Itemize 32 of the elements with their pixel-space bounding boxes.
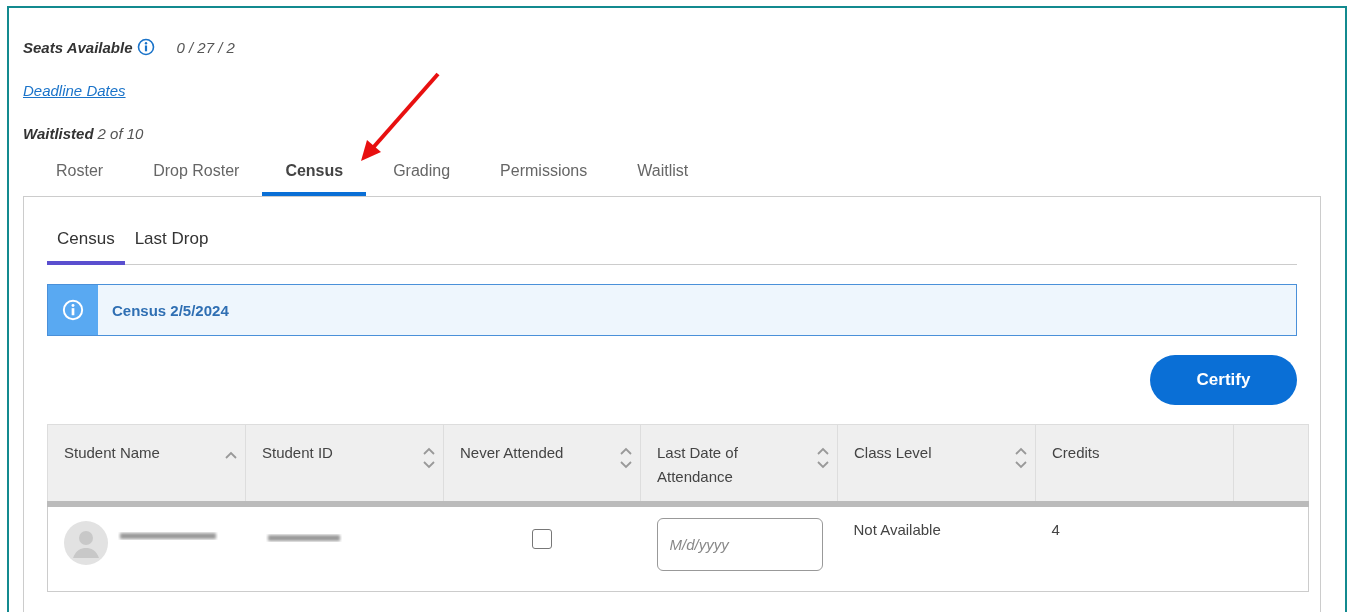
sub-tab[interactable]: Census [47, 221, 125, 265]
waitlisted-label: Waitlisted [23, 124, 94, 142]
deadline-link[interactable]: Deadline Dates [23, 81, 126, 99]
credits: 4 [1051, 521, 1060, 538]
date-field[interactable]: M/d/yyyy [656, 518, 823, 571]
sort-icon[interactable] [1015, 447, 1027, 469]
column-header[interactable]: Credits [1035, 424, 1234, 504]
column-header[interactable]: Student ID [245, 424, 444, 504]
sort-icon[interactable] [225, 451, 237, 459]
banner-text: Census 2/5/2024 [112, 301, 229, 319]
info-icon[interactable] [136, 38, 155, 56]
class-level: Not Available [853, 521, 941, 538]
column-header[interactable]: Class Level [837, 424, 1036, 504]
waitlisted-value: 2 of 10 [97, 124, 144, 142]
tab[interactable]: Roster [33, 154, 127, 196]
certify-button[interactable]: Certify [1150, 355, 1297, 405]
tab[interactable]: Permissions [477, 154, 611, 196]
info-icon [62, 299, 84, 321]
column-header[interactable]: Student Name [47, 424, 246, 504]
sort-icon[interactable] [620, 447, 632, 469]
sub-tab[interactable]: Last Drop [124, 221, 219, 265]
sort-icon[interactable] [423, 447, 435, 469]
column-header[interactable]: Never Attended [443, 424, 641, 504]
tab[interactable]: Drop Roster [130, 154, 263, 196]
seats-value: 0 / 27 / 2 [176, 38, 235, 56]
tab[interactable]: Grading [370, 154, 474, 196]
column-header[interactable]: Last Date of Attendance [640, 424, 838, 504]
checkbox[interactable] [532, 529, 552, 549]
seats-label: Seats Available [23, 38, 133, 56]
tab[interactable]: Waitlist [614, 154, 712, 196]
sort-icon[interactable] [817, 447, 829, 469]
avatar-icon [64, 521, 108, 568]
